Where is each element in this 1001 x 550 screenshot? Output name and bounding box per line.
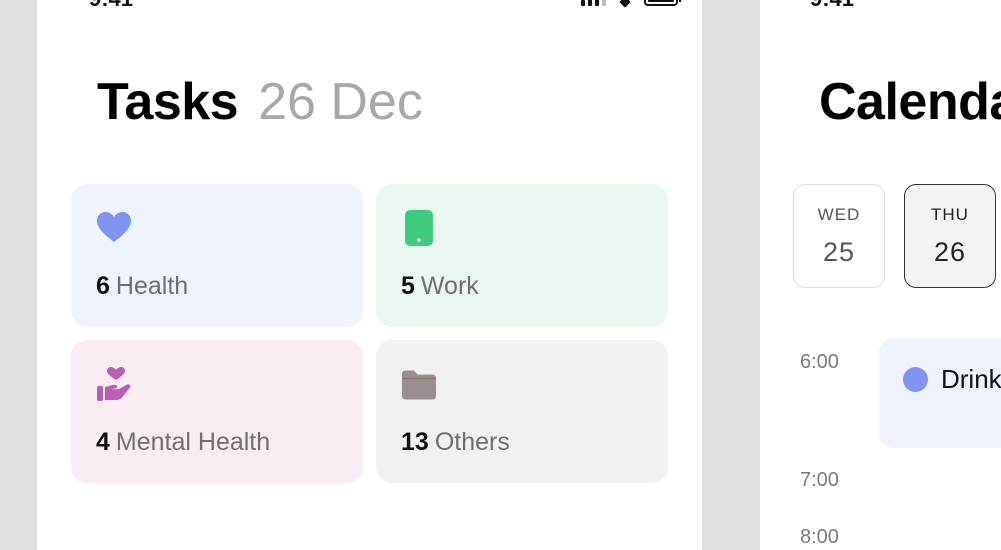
category-name: Others (434, 428, 510, 456)
hand-heart-icon (97, 367, 131, 401)
category-card-others[interactable]: 13 Others (376, 340, 668, 483)
day-name: WED (817, 205, 861, 224)
category-card-work[interactable]: 5 Work (376, 184, 668, 327)
event-card[interactable]: Drink (879, 338, 1001, 448)
event-title: Drink (941, 364, 1001, 394)
wifi-icon (618, 0, 632, 6)
calendar-screen: 9:41 Calendar WED 25 THU 26 6:00 7:00 8:… (760, 0, 1001, 550)
category-grid: 6 Health 5 Work 4 Mental Health 13 Other… (71, 184, 668, 483)
category-count: 6 (96, 272, 110, 300)
category-count: 5 (401, 272, 415, 300)
canvas: 9:41 Tasks 26 Dec 6Health (0, 0, 1001, 550)
time-label: 8:00 (800, 526, 839, 548)
category-label: 13 Others (401, 428, 510, 457)
category-card-health[interactable]: 6 Health (71, 184, 363, 327)
time-label: 6:00 (800, 351, 839, 373)
status-icons (581, 0, 681, 6)
category-count: 13 (401, 428, 429, 456)
status-time: 9:41 (89, 0, 133, 12)
day-selector-thu[interactable]: THU 26 (904, 184, 996, 288)
category-name: Health (115, 272, 189, 300)
event-dot (903, 367, 928, 392)
category-name: Mental Health (115, 428, 271, 456)
page-title: Tasks (97, 73, 239, 131)
category-label: 5 Work (401, 272, 479, 301)
heart-icon (97, 212, 131, 242)
day-name: THU (931, 205, 969, 224)
tablet-icon (405, 210, 433, 246)
signal-icon (581, 0, 606, 6)
category-count: 4 (96, 428, 110, 456)
category-label: 6 Health (96, 272, 188, 301)
day-number: 26 (933, 237, 967, 267)
day-selector-wed[interactable]: WED 25 (793, 184, 885, 288)
page-header: Tasks 26 Dec (97, 72, 423, 132)
folder-icon (402, 370, 436, 400)
time-label: 7:00 (800, 469, 839, 491)
category-label: 4 Mental Health (96, 428, 270, 457)
category-name: Work (420, 272, 479, 300)
page-date: 26 Dec (258, 73, 423, 131)
tasks-screen: 9:41 Tasks 26 Dec 6Health (37, 0, 702, 550)
day-number: 25 (822, 237, 856, 267)
status-time: 9:41 (810, 0, 854, 12)
page-title: Calendar (819, 73, 1001, 131)
category-card-mental-health[interactable]: 4 Mental Health (71, 340, 363, 483)
battery-icon (644, 0, 681, 6)
